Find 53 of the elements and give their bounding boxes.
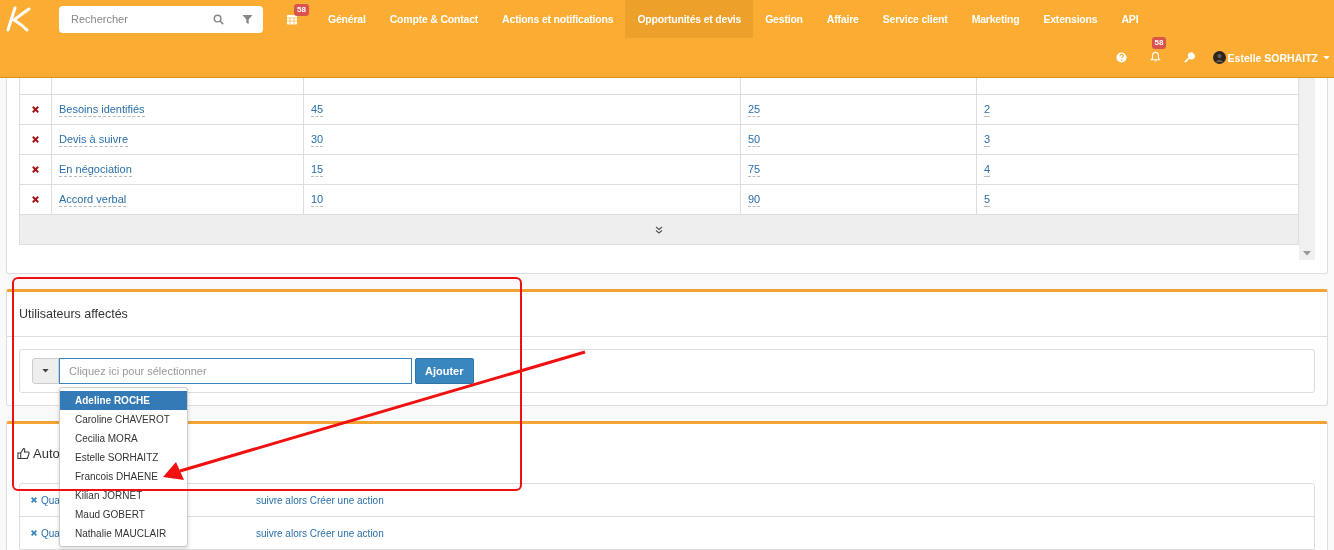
select-input[interactable]: Cliquez ici pour sélectionner <box>59 358 412 384</box>
delete-icon[interactable] <box>31 165 40 174</box>
add-button[interactable]: Ajouter <box>415 358 474 384</box>
dropdown-option[interactable]: Estelle SORHAITZ <box>60 448 187 467</box>
dropdown-option[interactable]: Cecilia MORA <box>60 429 187 448</box>
editable-link[interactable]: 50 <box>748 132 761 147</box>
editable-link[interactable]: 5 <box>984 192 991 207</box>
help-icon[interactable] <box>1115 52 1127 63</box>
dropdown-option[interactable]: Nathalie MAUCLAIR <box>60 524 187 543</box>
editable-link[interactable]: 90 <box>748 192 761 207</box>
dropdown-option[interactable]: Francois DHAENE <box>60 467 187 486</box>
editable-link[interactable]: 10 <box>311 192 324 207</box>
thumbs-up-icon <box>17 447 30 460</box>
count-badge: 58 <box>294 4 309 16</box>
rule-link[interactable]: Qua <box>41 527 60 539</box>
search-field[interactable]: Rechercher <box>59 5 263 33</box>
rule-link[interactable]: suivre alors Créer une action <box>255 494 384 506</box>
editable-link[interactable]: 45 <box>311 102 324 117</box>
editable-link[interactable]: 2 <box>984 102 991 117</box>
editable-link[interactable]: Accord verbal <box>59 192 127 207</box>
search-icon[interactable] <box>213 13 224 25</box>
editable-link[interactable]: 75 <box>748 162 761 177</box>
caret-icon <box>1323 55 1330 60</box>
editable-link[interactable]: 15 <box>311 162 324 177</box>
delete-icon[interactable] <box>31 105 40 114</box>
avatar-icon <box>1212 51 1226 64</box>
editable-link[interactable]: Besoins identifiés <box>59 102 145 117</box>
rule-link[interactable]: suivre alors Créer une action <box>255 527 384 539</box>
panel-title: Auto <box>33 446 60 461</box>
calendar-icon[interactable] <box>286 13 298 25</box>
dropdown-option[interactable]: Caroline CHAVEROT <box>60 410 187 429</box>
editable-link[interactable]: En négociation <box>59 162 132 177</box>
delete-icon[interactable] <box>31 195 40 204</box>
editable-link[interactable]: 30 <box>311 132 324 147</box>
down-arrow-icon[interactable] <box>1303 251 1311 256</box>
dropdown-option[interactable]: Maud GOBERT <box>60 505 187 524</box>
filter-icon[interactable] <box>242 13 253 25</box>
bell-icon[interactable] <box>1149 51 1161 62</box>
delete-icon[interactable] <box>30 496 38 504</box>
dropdown-option[interactable]: Kilian JORNET <box>60 486 187 505</box>
rule-link[interactable]: Qua <box>41 494 60 506</box>
editable-link[interactable]: 4 <box>984 162 991 177</box>
dropdown-option[interactable]: Adeline ROCHE <box>60 391 187 410</box>
editable-link[interactable]: 3 <box>984 132 991 147</box>
delete-icon[interactable] <box>31 135 40 144</box>
scrollbar[interactable] <box>1299 78 1315 260</box>
editable-link[interactable]: 25 <box>748 102 761 117</box>
editable-link[interactable]: Devis à suivre <box>59 132 129 147</box>
double-chevron-icon[interactable] <box>655 225 663 234</box>
count-badge: 58 <box>1151 37 1167 49</box>
delete-icon[interactable] <box>30 529 38 537</box>
panel-title: Utilisateurs affectés <box>7 292 1327 337</box>
caret-icon <box>42 369 49 373</box>
